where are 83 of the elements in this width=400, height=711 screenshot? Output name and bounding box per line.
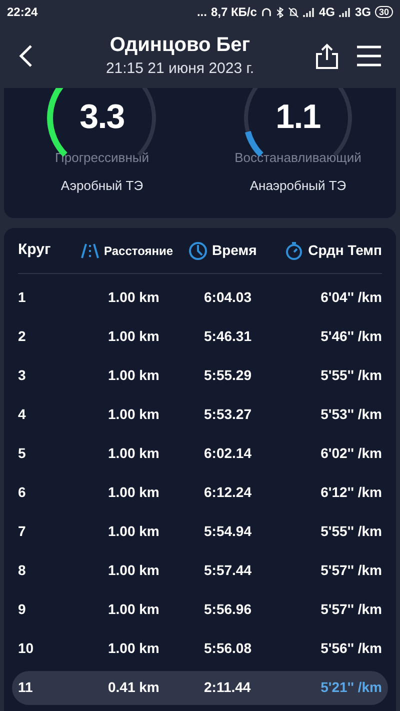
activity-title: Одинцово Бег [110,32,250,58]
status-time: 22:24 [7,4,38,21]
clock-icon [188,240,208,260]
lap-row[interactable]: 11 0.41 km 2:11.44 5'21'' /km [12,670,388,704]
lap-pace: 5'57'' /km [320,600,382,619]
column-header: Время [212,241,257,260]
gauge-status: Восстанавливающий [234,149,362,167]
lap-distance: 1.00 km [108,561,160,580]
lap-row[interactable]: 8 1.00 km 5:57.44 5'57'' /km [12,554,388,588]
menu-button[interactable] [356,45,382,67]
lap-time: 6:04.03 [204,288,252,307]
lap-time: 5:57.44 [204,561,252,580]
network-type: 4G [318,4,335,21]
lap-distance: 1.00 km [108,483,160,502]
lap-number: 8 [18,561,27,580]
lap-time: 6:12.24 [204,483,252,502]
lap-number: 6 [18,483,27,502]
lap-row[interactable]: 6 1.00 km 6:12.24 6'12'' /km [12,476,388,510]
battery-indicator: 30 [374,6,393,18]
lap-number: 4 [18,405,27,424]
stopwatch-icon [284,240,304,260]
lap-time: 5:46.31 [204,327,252,346]
lap-distance: 1.00 km [108,327,160,346]
lap-pace: 5'56'' /km [320,639,382,658]
lap-row[interactable]: 4 1.00 km 5:53.27 5'53'' /km [12,398,388,432]
lap-time: 5:56.96 [204,600,252,619]
lap-pace: 6'12'' /km [320,483,382,502]
lap-pace: 6'04'' /km [320,288,382,307]
lap-row[interactable]: 7 1.00 km 5:54.94 5'55'' /km [12,514,388,548]
lap-number: 5 [18,444,27,463]
lap-time: 5:56.08 [204,639,252,658]
lap-time: 5:54.94 [204,522,252,541]
lap-time: 5:53.27 [204,405,252,424]
lap-time: 6:02.14 [204,444,252,463]
lap-row[interactable]: 2 1.00 km 5:46.31 5'46'' /km [12,320,388,354]
lap-distance: 0.41 km [108,678,160,697]
gauge-label: Аэробный ТЭ [60,176,144,195]
column-header: Расстояние [104,242,174,260]
headphones-icon [260,6,272,18]
gauge-value: 3.3 [78,100,126,134]
gauge-label: Анаэробный ТЭ [250,176,346,195]
bluetooth-icon [276,6,284,18]
signal-icon [338,7,351,17]
column-header: Круг [18,240,52,260]
lap-distance: 1.00 km [108,600,160,619]
lap-number: 10 [18,639,35,658]
lap-row[interactable]: 1 1.00 km 6:04.03 6'04'' /km [12,280,388,314]
lap-time: 5:55.29 [204,366,252,385]
share-button[interactable] [314,42,340,70]
lap-row[interactable]: 9 1.00 km 5:56.96 5'57'' /km [12,592,388,626]
lap-distance: 1.00 km [108,639,160,658]
lap-distance: 1.00 km [108,366,160,385]
network-type: 3G [354,4,371,21]
lap-row[interactable]: 3 1.00 km 5:55.29 5'55'' /km [12,358,388,392]
lap-pace: 5'55'' /km [320,522,382,541]
lap-pace: 5'46'' /km [320,327,382,346]
lap-pace: 5'21'' /km [320,678,382,697]
lap-row[interactable]: 10 1.00 km 5:56.08 5'56'' /km [12,632,388,666]
gauge-status: Прогрессивный [55,149,149,167]
lap-pace: 6'02'' /km [320,444,382,463]
signal-icon [302,7,315,17]
lap-distance: 1.00 km [108,405,160,424]
lap-number: 1 [18,288,27,307]
lap-distance: 1.00 km [108,522,160,541]
network-speed: 8,7 КБ/с [210,4,257,21]
gauge-value: 1.1 [274,100,322,134]
lap-pace: 5'53'' /km [320,405,382,424]
muted-bell-icon [288,6,299,18]
lap-time: 2:11.44 [204,678,252,697]
lap-number: 11 [18,678,34,697]
column-header: Срдн Темп [308,241,382,260]
lap-number: 2 [18,327,27,346]
lap-number: 7 [18,522,27,541]
lap-number: 3 [18,366,27,385]
lap-row[interactable]: 5 1.00 km 6:02.14 6'02'' /km [12,436,388,470]
road-icon [80,242,100,258]
lap-number: 9 [18,600,27,619]
lap-pace: 5'57'' /km [320,561,382,580]
lap-distance: 1.00 km [108,288,160,307]
lap-pace: 5'55'' /km [320,366,382,385]
activity-date: 21:15 21 июня 2023 г. [106,58,254,79]
lap-distance: 1.00 km [108,444,160,463]
status-dots: ... [196,4,207,21]
